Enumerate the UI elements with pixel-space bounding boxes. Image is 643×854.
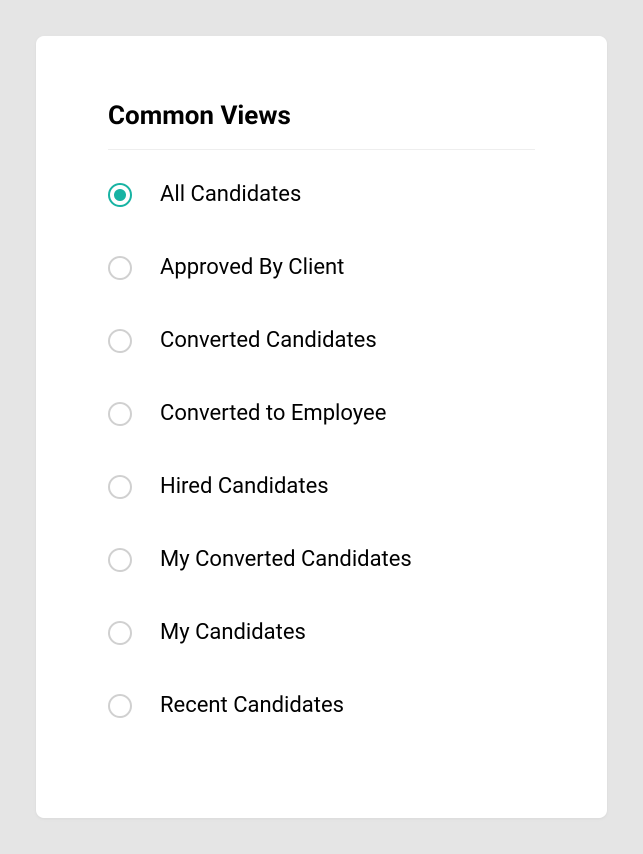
option-hired-candidates[interactable]: Hired Candidates xyxy=(108,450,535,523)
radio-icon xyxy=(108,402,132,426)
options-list: All Candidates Approved By Client Conver… xyxy=(108,150,535,742)
option-my-converted-candidates[interactable]: My Converted Candidates xyxy=(108,523,535,596)
radio-icon xyxy=(108,183,132,207)
option-label: Hired Candidates xyxy=(160,474,329,499)
option-converted-to-employee[interactable]: Converted to Employee xyxy=(108,377,535,450)
common-views-card: Common Views All Candidates Approved By … xyxy=(36,36,607,818)
option-my-candidates[interactable]: My Candidates xyxy=(108,596,535,669)
radio-icon xyxy=(108,621,132,645)
radio-icon xyxy=(108,256,132,280)
option-recent-candidates[interactable]: Recent Candidates xyxy=(108,669,535,742)
option-converted-candidates[interactable]: Converted Candidates xyxy=(108,304,535,377)
section-title: Common Views xyxy=(108,101,535,150)
radio-icon xyxy=(108,548,132,572)
option-approved-by-client[interactable]: Approved By Client xyxy=(108,231,535,304)
radio-icon xyxy=(108,475,132,499)
option-label: My Converted Candidates xyxy=(160,547,412,572)
option-label: Approved By Client xyxy=(160,255,344,280)
radio-icon xyxy=(108,329,132,353)
option-all-candidates[interactable]: All Candidates xyxy=(108,158,535,231)
radio-icon xyxy=(108,694,132,718)
option-label: My Candidates xyxy=(160,620,306,645)
option-label: Converted to Employee xyxy=(160,401,386,426)
option-label: All Candidates xyxy=(160,182,301,207)
option-label: Converted Candidates xyxy=(160,328,377,353)
option-label: Recent Candidates xyxy=(160,693,344,718)
